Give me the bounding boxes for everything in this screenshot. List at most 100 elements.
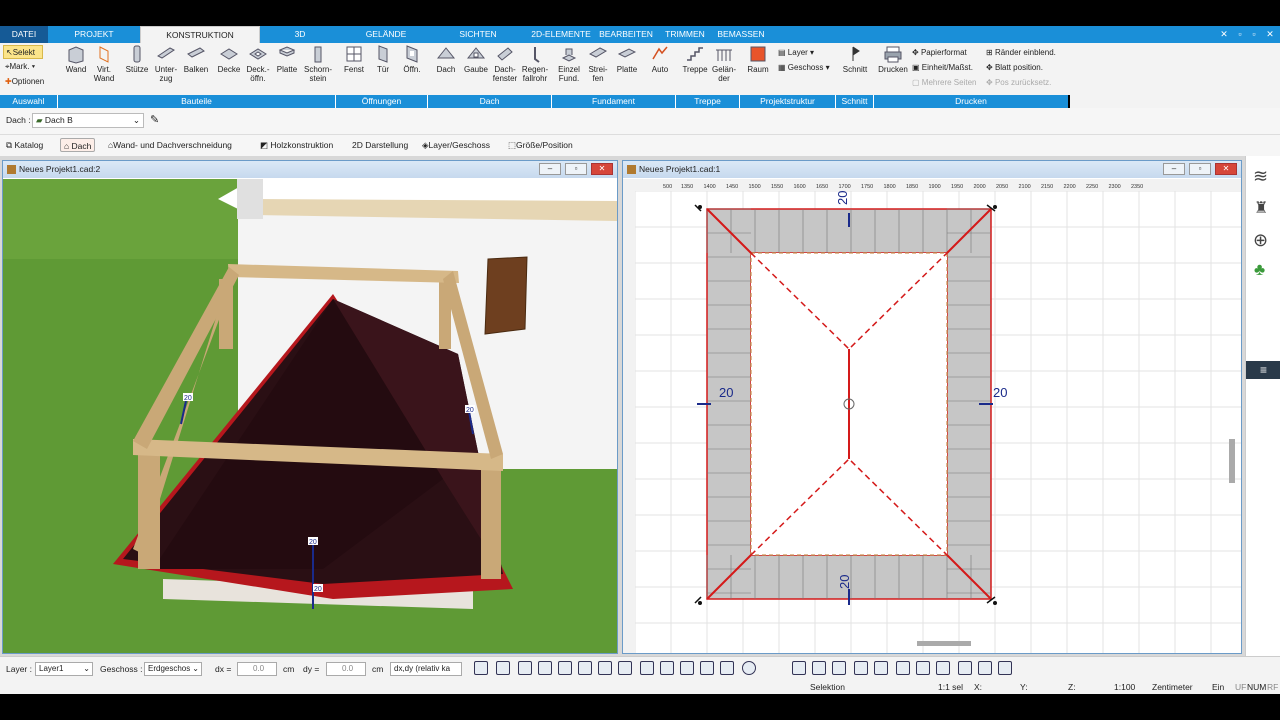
geschoss-button[interactable]: ▦ Geschoss ▾ xyxy=(778,61,830,75)
menu-tab-datei[interactable]: DATEI xyxy=(0,26,48,43)
options-button[interactable]: ✚Optionen xyxy=(5,75,44,89)
snap-icon[interactable] xyxy=(474,661,488,675)
beam-button[interactable]: Unter-zug xyxy=(152,44,180,83)
zoom-icon[interactable] xyxy=(998,661,1012,675)
view-icon[interactable] xyxy=(812,661,826,675)
roof-tool-icon[interactable] xyxy=(680,661,694,675)
grid-icon[interactable] xyxy=(618,661,632,675)
dy-input[interactable]: 0.0 xyxy=(326,662,366,676)
menu-tab-konstruktion[interactable]: KONSTRUKTION xyxy=(140,26,260,43)
handle-bl[interactable] xyxy=(698,601,702,605)
dx-input[interactable]: 0.0 xyxy=(237,662,277,676)
stairs-button[interactable]: Treppe xyxy=(680,44,710,74)
room-button[interactable]: Raum xyxy=(744,44,772,74)
zoom-icon[interactable] xyxy=(978,661,992,675)
tools-icon[interactable]: ✕ xyxy=(1218,29,1230,40)
unit-scale-button[interactable]: ▣ Einheit/Maßst. xyxy=(912,61,973,75)
window-close-button[interactable]: ✕ xyxy=(1215,163,1237,175)
select-button[interactable]: ↖Selekt xyxy=(3,45,43,59)
window-minimize-button[interactable]: – xyxy=(1163,163,1185,175)
window-button[interactable]: Fenst xyxy=(340,44,368,74)
handle-tl[interactable] xyxy=(698,205,702,209)
dormer-button[interactable]: Gaube xyxy=(462,44,490,74)
downpipe-button[interactable]: Regen-fallrohr xyxy=(520,44,550,83)
snap-icon[interactable] xyxy=(496,661,510,675)
wall-roof-intersection-button[interactable]: ⌂Wand- und Dachverschneidung xyxy=(108,138,232,152)
roof-tool-icon[interactable] xyxy=(700,661,714,675)
strip-foundation-button[interactable]: Strei-fen xyxy=(584,44,612,83)
lines-icon[interactable] xyxy=(538,661,552,675)
vertical-scrollbar-thumb[interactable] xyxy=(1229,439,1235,483)
chair-icon[interactable]: ♜ xyxy=(1254,198,1268,218)
shape-icon[interactable] xyxy=(720,661,734,675)
coord-mode-select[interactable]: dx,dy (relativ ka xyxy=(390,662,462,676)
foundation-slab-button[interactable]: Platte xyxy=(613,44,641,74)
menu-tab-2d-elemente[interactable]: 2D-ELEMENTE xyxy=(526,26,596,43)
print-button[interactable]: Drucken xyxy=(876,44,910,74)
menu-tab-bemassen[interactable]: BEMASSEN xyxy=(714,26,768,43)
view-icon[interactable] xyxy=(854,661,868,675)
view-icon[interactable] xyxy=(792,661,806,675)
single-foundation-button[interactable]: Einzel Fund. xyxy=(556,44,582,83)
move-icon[interactable]: ⊕ xyxy=(1253,230,1268,251)
close-icon[interactable]: ✕ xyxy=(1264,29,1276,40)
lines-icon[interactable] xyxy=(558,661,572,675)
layers-stack-icon[interactable]: ≋ xyxy=(1253,166,1268,187)
wall-button[interactable]: Wand xyxy=(62,44,90,74)
slab-button[interactable]: Platte xyxy=(273,44,301,74)
dimension-icon[interactable] xyxy=(598,661,612,675)
menu-tab-gelaende[interactable]: GELÄNDE xyxy=(356,26,416,43)
sheet-position-button[interactable]: ✥ Blatt position. xyxy=(986,61,1043,75)
column-button[interactable]: Stütze xyxy=(123,44,151,74)
menu-tab-3d[interactable]: 3D xyxy=(282,26,318,43)
door-button[interactable]: Tür xyxy=(370,44,396,74)
ceiling-button[interactable]: Decke xyxy=(215,44,243,74)
plan-view-window[interactable]: Neues Projekt1.cad:1 – ▫ ✕ 500 1350 1400 14… xyxy=(622,160,1242,654)
handle-br[interactable] xyxy=(993,601,997,605)
balken-button[interactable]: Balken xyxy=(182,44,210,74)
view-icon[interactable] xyxy=(896,661,910,675)
chimney-button[interactable]: Schorn-stein xyxy=(302,44,334,83)
timber-construction-button[interactable]: ◩ Holzkonstruktion xyxy=(260,138,333,152)
section-button[interactable]: Schnitt xyxy=(840,44,870,74)
menu-tab-sichten[interactable]: SICHTEN xyxy=(446,26,510,43)
layer-floor-button[interactable]: ◈Layer/Geschoss xyxy=(422,138,490,152)
catalog-button[interactable]: ⧉ Katalog xyxy=(6,138,43,152)
virtual-wall-button[interactable]: Virt. Wand xyxy=(92,44,116,83)
window-minimize-button[interactable]: – xyxy=(539,163,561,175)
roof-button[interactable]: Dach xyxy=(432,44,460,74)
3d-view-window[interactable]: Neues Projekt1.cad:2 – ▫ ✕ 20 20 20 20 xyxy=(2,160,618,654)
plan-canvas[interactable]: 500 1350 1400 1450 1500 1550 1600 1650 1700 1750 1… xyxy=(623,179,1241,653)
3d-scene[interactable]: 20 20 20 20 xyxy=(3,179,617,653)
roof-window-button[interactable]: Dach-fenster xyxy=(490,44,520,83)
minimize-icon[interactable]: ▫ xyxy=(1234,29,1246,40)
geschoss-select[interactable]: Erdgeschos ⌄ xyxy=(144,662,202,676)
window-close-button[interactable]: ✕ xyxy=(591,163,613,175)
select-rect-icon[interactable] xyxy=(640,661,654,675)
handle-tr[interactable] xyxy=(993,205,997,209)
text-icon[interactable] xyxy=(578,661,592,675)
paper-format-button[interactable]: ✥ Papierformat xyxy=(912,46,967,60)
view-icon[interactable] xyxy=(936,661,950,675)
dach-tool-button[interactable]: ⌂ Dach xyxy=(60,138,96,152)
ceiling-opening-button[interactable]: Deck.-öffn. xyxy=(244,44,272,83)
window-maximize-button[interactable]: ▫ xyxy=(1189,163,1211,175)
view-icon[interactable] xyxy=(874,661,888,675)
restore-icon[interactable]: ▫ xyxy=(1248,29,1260,40)
horizontal-scrollbar-thumb[interactable] xyxy=(917,641,971,646)
view-icon[interactable] xyxy=(916,661,930,675)
menu-tab-projekt[interactable]: PROJEKT xyxy=(62,26,126,43)
opening-button[interactable]: Öffn. xyxy=(398,44,426,74)
railing-button[interactable]: Gelän-der xyxy=(710,44,738,83)
north-icon[interactable] xyxy=(742,661,756,675)
multiple-pages-button[interactable]: ▢ Mehrere Seiten xyxy=(912,76,977,90)
tree-icon[interactable]: ♣ xyxy=(1254,260,1265,280)
layer-select[interactable]: Layer1 ⌄ xyxy=(35,662,93,676)
auto-foundation-button[interactable]: Auto xyxy=(646,44,674,74)
2d-display-button[interactable]: 2D Darstellung xyxy=(352,138,408,152)
menu-tab-bearbeiten[interactable]: BEARBEITEN xyxy=(598,26,654,43)
mark-button[interactable]: ⌖Mark. ▾ xyxy=(5,60,35,74)
edit-pencil-icon[interactable]: ✎ xyxy=(150,113,159,126)
grid-view-icon[interactable] xyxy=(958,661,972,675)
panel-toggle-button[interactable]: ≡ xyxy=(1246,361,1280,379)
